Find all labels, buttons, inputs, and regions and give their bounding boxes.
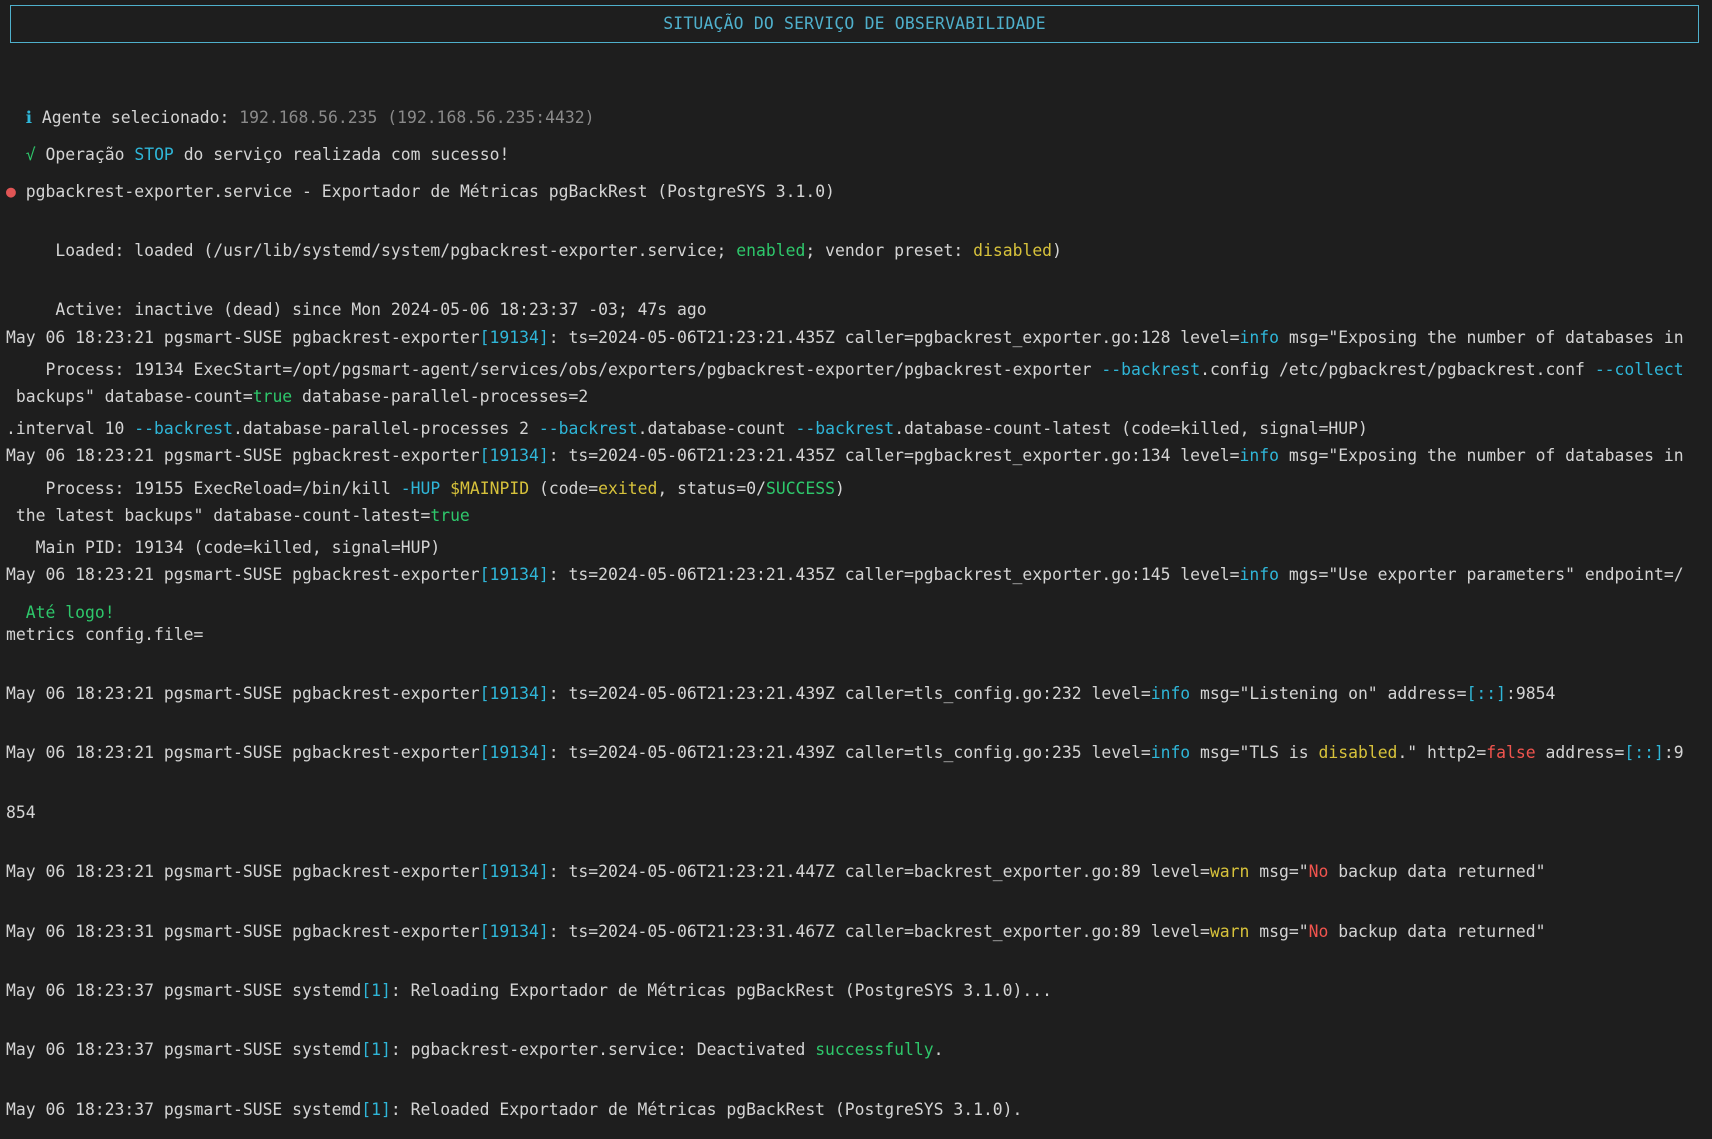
log-line: May 06 18:23:21 pgsmart-SUSE pgbackrest-… (6, 565, 1684, 585)
log-line: May 06 18:23:31 pgsmart-SUSE pgbackrest-… (6, 921, 1546, 941)
log-line-cont: backups" database-count=true database-pa… (6, 386, 589, 406)
log-line: May 06 18:23:37 pgsmart-SUSE systemd[1]:… (6, 1099, 1023, 1119)
log-line-cont: metrics config.file= (6, 624, 204, 644)
page-title: SITUAÇÃO DO SERVIÇO DE OBSERVABILIDADE (663, 14, 1046, 34)
log-line: May 06 18:23:21 pgsmart-SUSE pgbackrest-… (6, 743, 1684, 763)
log-line: May 06 18:23:21 pgsmart-SUSE pgbackrest-… (6, 862, 1546, 882)
log-line-cont: 854 (6, 802, 36, 822)
log-line: May 06 18:23:37 pgsmart-SUSE systemd[1]:… (6, 980, 1053, 1000)
log-line: May 06 18:23:21 pgsmart-SUSE pgbackrest-… (6, 683, 1556, 703)
log-line-cont: the latest backups" database-count-lates… (6, 505, 470, 525)
loaded-line: Loaded: loaded (/usr/lib/systemd/system/… (55, 240, 1062, 260)
goodbye-text: Até logo! (25, 602, 115, 622)
goodbye-line: Até logo! (6, 563, 115, 642)
status-title-line: ● pgbackrest-exporter.service - Exportad… (6, 181, 835, 201)
status-dot-icon: ● (6, 181, 16, 201)
log-line: May 06 18:23:21 pgsmart-SUSE pgbackrest-… (6, 327, 1684, 347)
log-line: May 06 18:23:21 pgsmart-SUSE pgbackrest-… (6, 446, 1684, 466)
journal-log: May 06 18:23:21 pgsmart-SUSE pgbackrest-… (6, 288, 1684, 1139)
page-title-box: SITUAÇÃO DO SERVIÇO DE OBSERVABILIDADE (10, 5, 1699, 43)
log-line: May 06 18:23:37 pgsmart-SUSE systemd[1]:… (6, 1040, 944, 1060)
